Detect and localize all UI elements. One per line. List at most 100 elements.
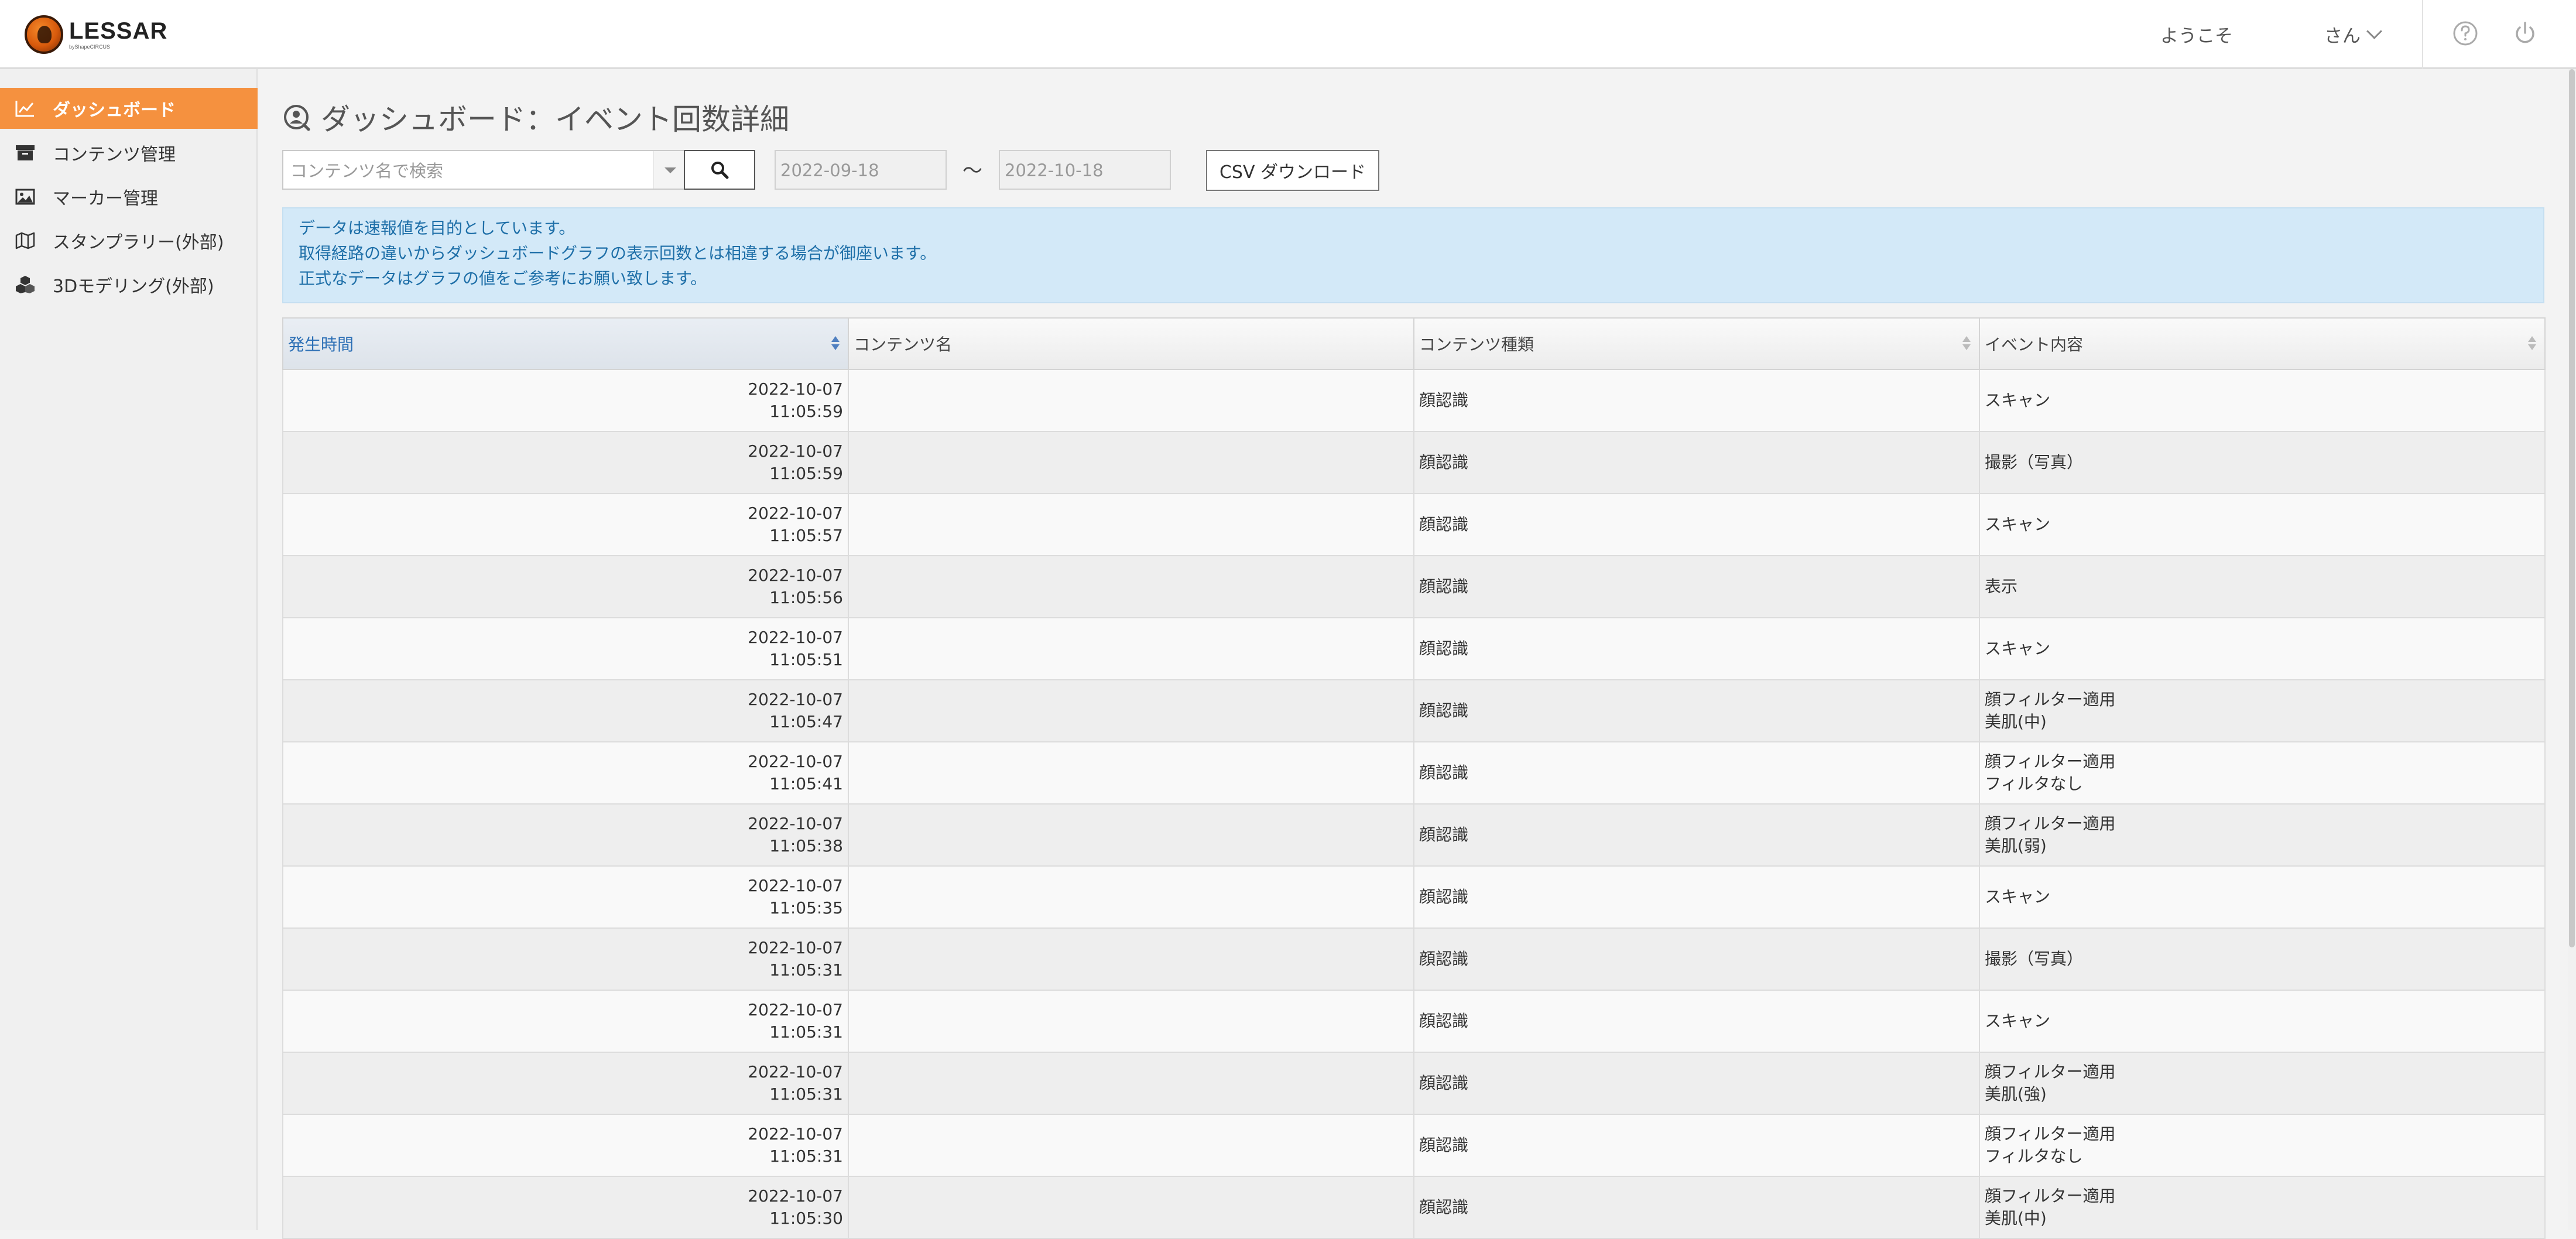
cell-date: 2022-10-07 — [748, 690, 843, 709]
cell-event-line: スキャン — [1985, 639, 2051, 658]
cell-content-name — [848, 990, 1414, 1053]
page-title-text: ダッシュボード：イベント回数詳細 — [321, 102, 789, 136]
cell-time: 11:05:56 — [769, 588, 843, 607]
logo-mark-icon — [25, 15, 63, 54]
cell-date: 2022-10-07 — [748, 1124, 843, 1144]
sidebar-item-contents[interactable]: コンテンツ管理 — [0, 132, 258, 173]
cell-event-line: フィルタなし — [1985, 1146, 2083, 1166]
cell-date: 2022-10-07 — [748, 628, 843, 647]
cell-event-line: 美肌(強) — [1985, 1084, 2047, 1104]
cell-event: 顔フィルター適用 美肌(強) — [1979, 1052, 2546, 1115]
sort-icon — [831, 336, 840, 351]
sidebar-item-label: コンテンツ管理 — [53, 145, 176, 165]
cell-content-type: 顔認識 — [1413, 1052, 1980, 1115]
cell-date: 2022-10-07 — [748, 752, 843, 771]
cell-time: 11:05:51 — [769, 650, 843, 669]
column-header-event[interactable]: イベント内容 — [1979, 317, 2546, 370]
cell-time: 2022-10-07 11:05:47 — [282, 679, 849, 742]
cell-content-name — [848, 679, 1414, 742]
cell-time: 11:05:31 — [769, 960, 843, 980]
power-icon[interactable] — [2512, 20, 2539, 47]
table-row: 2022-10-07 11:05:47 顔認識 顔フィルター適用 美肌(中) — [282, 679, 2546, 742]
column-header-content-name: コンテンツ名 — [848, 317, 1414, 370]
cell-content-name — [848, 617, 1414, 680]
column-header-label: 発生時間 — [288, 335, 354, 354]
column-header-label: イベント内容 — [1985, 335, 2084, 354]
cell-time: 2022-10-07 11:05:31 — [282, 1114, 849, 1177]
cell-date: 2022-10-07 — [748, 566, 843, 585]
cell-event-line: 撮影（写真） — [1985, 453, 2084, 472]
sidebar-item-label: スタンプラリー(外部) — [53, 232, 224, 253]
cell-content-name — [848, 369, 1414, 432]
cell-content-name — [848, 1176, 1414, 1239]
cell-event-line: 顔フィルター適用 — [1985, 1062, 2116, 1081]
cell-event-line: スキャン — [1985, 1011, 2051, 1031]
table-row: 2022-10-07 11:05:59 顔認識 スキャン — [282, 369, 2546, 432]
cell-time: 11:05:47 — [769, 712, 843, 731]
sort-icon — [1962, 336, 1971, 351]
cell-time: 2022-10-07 11:05:35 — [282, 865, 849, 929]
cell-event: スキャン — [1979, 617, 2546, 680]
cell-time: 11:05:31 — [769, 1022, 843, 1042]
column-header-content-type[interactable]: コンテンツ種類 — [1413, 317, 1980, 370]
archive-box-icon — [14, 142, 36, 164]
chart-line-icon — [14, 97, 36, 119]
cell-time: 11:05:57 — [769, 526, 843, 545]
cell-event: 顔フィルター適用 フィルタなし — [1979, 741, 2546, 805]
cell-content-name — [848, 865, 1414, 929]
cell-content-name — [848, 927, 1414, 991]
notice-line: 正式なデータはグラフの値をご参考にお願い致します。 — [299, 269, 707, 288]
cubes-icon — [14, 273, 36, 296]
table-row: 2022-10-07 11:05:31 顔認識 撮影（写真） — [282, 927, 2546, 991]
logo[interactable]: LESSAR byShapeCIRCUS — [25, 15, 167, 54]
help-icon[interactable] — [2452, 20, 2479, 47]
top-header: LESSAR byShapeCIRCUS ようこそ さん — [0, 0, 2576, 69]
cell-event-line: スキャン — [1985, 515, 2051, 534]
date-from-input[interactable]: 2022-09-18 — [775, 150, 947, 190]
cell-event: スキャン — [1979, 493, 2546, 556]
table-row: 2022-10-07 11:05:31 顔認識 顔フィルター適用 美肌(強) — [282, 1052, 2546, 1115]
logo-subtitle: byShapeCIRCUS — [69, 44, 111, 50]
cell-event-line: スキャン — [1985, 887, 2051, 906]
cell-content-type: 顔認識 — [1413, 741, 1980, 805]
cell-event-line: 美肌(中) — [1985, 1209, 2047, 1228]
scrollbar[interactable] — [2568, 69, 2576, 1230]
cell-time: 2022-10-07 11:05:56 — [282, 555, 849, 618]
cell-time: 11:05:30 — [769, 1209, 843, 1228]
search-icon — [711, 162, 729, 179]
cell-date: 2022-10-07 — [748, 504, 843, 523]
scrollbar-thumb[interactable] — [2569, 69, 2575, 947]
cell-event-line: スキャン — [1985, 391, 2051, 410]
cell-event-line: 顔フィルター適用 — [1985, 1186, 2116, 1206]
sidebar-item-dashboard[interactable]: ダッシュボード — [0, 88, 258, 129]
search-input[interactable] — [289, 157, 637, 185]
event-table: 発生時間 コンテンツ名 コンテンツ種類 イベント内容 2022-10-07 11:… — [282, 317, 2546, 1239]
sidebar-item-stamp-rally[interactable]: スタンプラリー(外部) — [0, 220, 258, 261]
page-title: ダッシュボード：イベント回数詳細 — [282, 96, 789, 138]
sidebar-item-markers[interactable]: マーカー管理 — [0, 176, 258, 217]
logo-name: LESSAR — [69, 18, 168, 44]
cell-content-type: 顔認識 — [1413, 990, 1980, 1053]
cell-date: 2022-10-07 — [748, 814, 843, 833]
search-combobox[interactable] — [282, 150, 684, 190]
cell-content-name — [848, 1052, 1414, 1115]
cell-time: 11:05:35 — [769, 898, 843, 918]
cell-event-line: 撮影（写真） — [1985, 949, 2084, 968]
column-header-time[interactable]: 発生時間 — [282, 317, 849, 370]
table-row: 2022-10-07 11:05:30 顔認識 顔フィルター適用 美肌(中) — [282, 1176, 2546, 1239]
cell-time: 2022-10-07 11:05:41 — [282, 741, 849, 805]
date-to-input[interactable]: 2022-10-18 — [999, 150, 1171, 190]
cell-date: 2022-10-07 — [748, 876, 843, 895]
search-button[interactable] — [684, 150, 755, 190]
cell-event: 撮影（写真） — [1979, 431, 2546, 494]
sidebar-item-3d-modeling[interactable]: 3Dモデリング(外部) — [0, 264, 258, 305]
cell-content-name — [848, 803, 1414, 867]
user-menu[interactable]: さん — [2324, 21, 2382, 47]
cell-content-type: 顔認識 — [1413, 927, 1980, 991]
dropdown-toggle[interactable] — [653, 151, 684, 189]
table-row: 2022-10-07 11:05:51 顔認識 スキャン — [282, 617, 2546, 680]
sidebar: ダッシュボード コンテンツ管理 マーカー管理 スタンプラリー(外部) 3Dモデリ… — [0, 69, 258, 1230]
table-row: 2022-10-07 11:05:41 顔認識 顔フィルター適用 フィルタなし — [282, 741, 2546, 805]
csv-download-button[interactable]: CSV ダウンロード — [1206, 150, 1379, 191]
cell-time: 2022-10-07 11:05:59 — [282, 369, 849, 432]
